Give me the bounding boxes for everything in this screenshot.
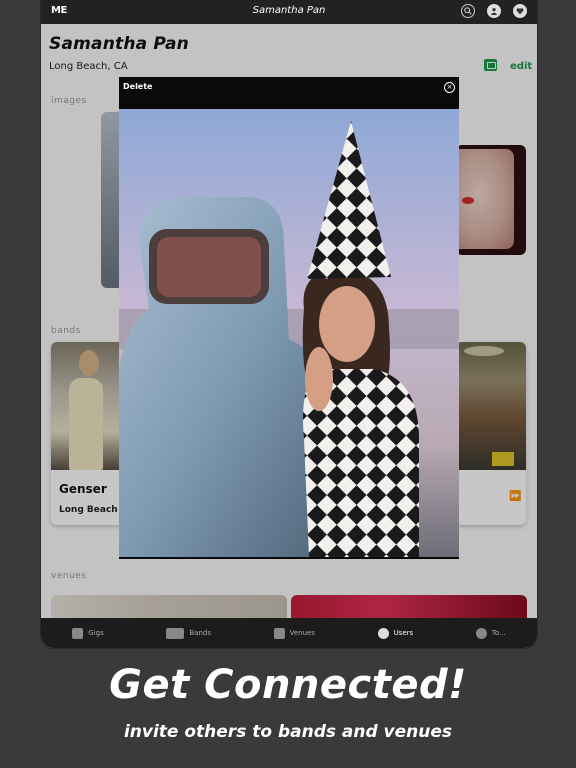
tab-label: Bands [189,629,211,637]
tab-bands[interactable]: Bands [166,627,211,639]
user-icon[interactable] [487,4,501,18]
search-icon[interactable] [461,4,475,18]
photo-illustration [119,109,459,557]
globe-icon [475,627,487,639]
close-icon[interactable]: × [444,82,455,93]
heart-icon[interactable] [513,4,527,18]
top-navbar: ME Samantha Pan [41,0,537,24]
tab-users[interactable]: Users [377,627,414,639]
user-icon [377,627,389,639]
tab-label: Venues [289,629,315,637]
navbar-icons [461,4,527,18]
house-icon [273,627,285,639]
photo-modal: Delete × [119,77,459,559]
tab-venues[interactable]: Venues [273,627,315,639]
tab-label: To... [491,629,506,637]
people-icon [166,627,185,639]
tab-label: Gigs [88,629,104,637]
guitar-icon [72,627,84,639]
tab-gigs[interactable]: Gigs [72,627,104,639]
modal-photo [119,109,459,557]
marketing-subhead: invite others to bands and venues [123,722,453,742]
tab-more[interactable]: To... [475,627,506,639]
delete-button[interactable]: Delete [123,82,152,91]
tab-label: Users [393,629,414,637]
device-screen: ME Samantha Pan Samantha Pan Long Beach,… [41,0,537,648]
marketing-headline: Get Connected! [109,662,467,708]
bottom-tabbar: Gigs Bands Venues Users To... [41,618,537,648]
